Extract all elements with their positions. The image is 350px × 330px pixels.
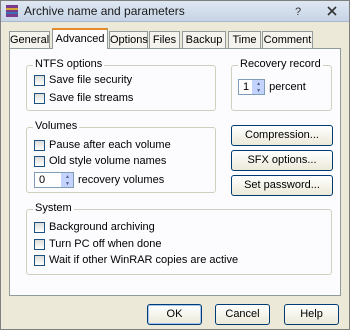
turn-pc-off-label: Turn PC off when done bbox=[49, 238, 162, 250]
checkbox-box[interactable] bbox=[34, 155, 45, 167]
ntfs-options-title: NTFS options bbox=[33, 58, 105, 70]
winrar-icon bbox=[6, 5, 18, 17]
dialog-window: Archive name and parameters ? General Ad… bbox=[0, 0, 350, 330]
help-button[interactable]: Help bbox=[284, 304, 339, 325]
recovery-volumes-row: 0 ▲ ▼ recovery volumes bbox=[34, 172, 164, 188]
set-password-button[interactable]: Set password... bbox=[231, 175, 333, 196]
tab-comment[interactable]: Comment bbox=[262, 31, 313, 48]
wait-other-copies-label: Wait if other WinRAR copies are active bbox=[49, 254, 239, 266]
spinner-buttons[interactable]: ▲ ▼ bbox=[252, 80, 265, 94]
recovery-record-value[interactable]: 1 bbox=[239, 81, 252, 93]
old-style-volume-names-label: Old style volume names bbox=[49, 155, 167, 167]
ok-button[interactable]: OK bbox=[147, 304, 202, 325]
old-style-volume-names-checkbox[interactable]: Old style volume names bbox=[34, 153, 166, 169]
svg-text:?: ? bbox=[295, 6, 301, 18]
advanced-tab-panel: NTFS options Save file security Save fil… bbox=[9, 48, 341, 296]
tab-time[interactable]: Time bbox=[228, 31, 261, 48]
save-file-streams-label: Save file streams bbox=[49, 92, 134, 104]
checkbox-box[interactable] bbox=[34, 254, 45, 266]
tab-general[interactable]: General bbox=[9, 31, 50, 48]
system-title: System bbox=[33, 202, 74, 214]
volumes-title: Volumes bbox=[33, 120, 80, 132]
tab-backup[interactable]: Backup bbox=[182, 31, 226, 48]
tab-advanced[interactable]: Advanced bbox=[52, 28, 108, 49]
checkbox-box[interactable] bbox=[34, 238, 45, 250]
recovery-record-title: Recovery record bbox=[238, 58, 323, 70]
close-icon[interactable] bbox=[323, 4, 341, 18]
spinner-buttons[interactable]: ▲ ▼ bbox=[61, 173, 73, 187]
title-bar[interactable]: Archive name and parameters ? bbox=[1, 1, 349, 22]
recovery-volumes-value[interactable]: 0 bbox=[35, 174, 48, 186]
pause-after-each-volume-label: Pause after each volume bbox=[49, 139, 171, 151]
checkbox-box[interactable] bbox=[34, 139, 45, 151]
recovery-volumes-spinner[interactable]: 0 ▲ ▼ bbox=[34, 172, 74, 188]
pause-after-each-volume-checkbox[interactable]: Pause after each volume bbox=[34, 137, 171, 153]
spin-down-icon[interactable]: ▼ bbox=[62, 180, 73, 187]
background-archiving-checkbox[interactable]: Background archiving bbox=[34, 219, 155, 235]
spin-up-icon[interactable]: ▲ bbox=[253, 80, 265, 87]
spin-up-icon[interactable]: ▲ bbox=[62, 173, 73, 180]
wait-other-copies-checkbox[interactable]: Wait if other WinRAR copies are active bbox=[34, 252, 238, 268]
save-file-security-label: Save file security bbox=[49, 74, 133, 86]
checkbox-box[interactable] bbox=[34, 221, 45, 233]
spin-down-icon[interactable]: ▼ bbox=[253, 87, 265, 94]
window-title: Archive name and parameters bbox=[24, 4, 185, 18]
sfx-options-button[interactable]: SFX options... bbox=[231, 150, 333, 171]
recovery-record-row: 1 ▲ ▼ percent bbox=[238, 79, 306, 95]
checkbox-box[interactable] bbox=[34, 74, 45, 86]
background-archiving-label: Background archiving bbox=[49, 221, 155, 233]
help-icon[interactable]: ? bbox=[289, 4, 307, 18]
cancel-button[interactable]: Cancel bbox=[215, 304, 270, 325]
checkbox-box[interactable] bbox=[34, 92, 45, 104]
tab-files[interactable]: Files bbox=[149, 31, 180, 48]
save-file-security-checkbox[interactable]: Save file security bbox=[34, 72, 132, 88]
turn-pc-off-checkbox[interactable]: Turn PC off when done bbox=[34, 236, 162, 252]
compression-button[interactable]: Compression... bbox=[231, 125, 333, 146]
tab-options[interactable]: Options bbox=[109, 31, 148, 48]
recovery-record-unit: percent bbox=[269, 81, 306, 93]
save-file-streams-checkbox[interactable]: Save file streams bbox=[34, 90, 133, 106]
recovery-volumes-label: recovery volumes bbox=[78, 174, 165, 186]
recovery-record-spinner[interactable]: 1 ▲ ▼ bbox=[238, 79, 266, 95]
